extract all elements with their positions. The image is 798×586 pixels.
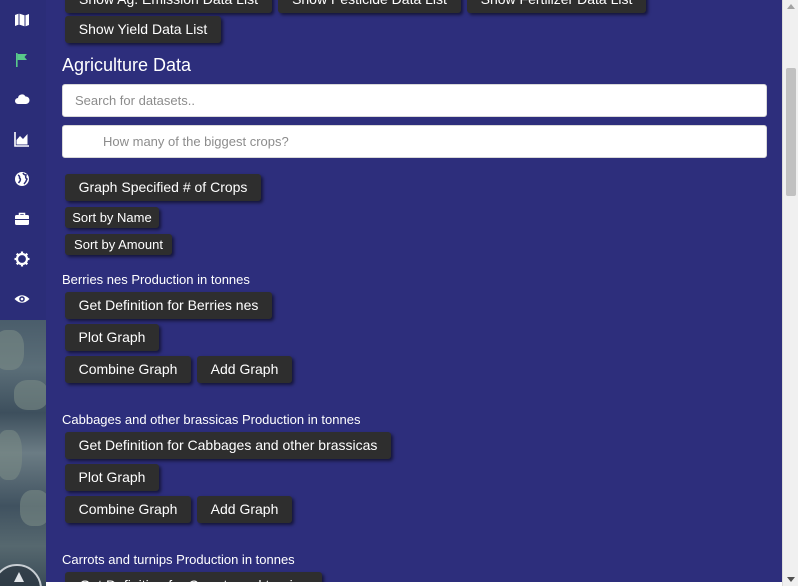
dataset-label: Cabbages and other brassicas Production … [62, 412, 361, 427]
cloud-icon[interactable] [12, 89, 32, 109]
compass-control[interactable] [0, 564, 42, 586]
get-definition-button[interactable]: Get Definition for Carrots and turnips [65, 572, 322, 582]
crop-count-input[interactable] [62, 125, 767, 158]
section-title: Agriculture Data [62, 55, 192, 75]
combine-graph-button[interactable]: Combine Graph [65, 496, 191, 523]
sort-by-name-button[interactable]: Sort by Name [65, 207, 159, 228]
dataset-search-input[interactable] [62, 84, 767, 117]
scroll-up-arrow-icon[interactable] [787, 4, 795, 9]
compass-needle-icon [14, 572, 24, 582]
add-graph-button[interactable]: Add Graph [197, 356, 292, 383]
combine-graph-button[interactable]: Combine Graph [65, 356, 191, 383]
gear-icon[interactable] [12, 249, 32, 269]
dataset-label: Carrots and turnips Production in tonnes [62, 552, 295, 567]
scroll-down-arrow-icon[interactable] [787, 577, 795, 582]
map-view[interactable] [0, 320, 46, 586]
show-fertilizer-list-button[interactable]: Show Fertilizer Data List [467, 0, 646, 13]
briefcase-icon[interactable] [12, 209, 32, 229]
globe-icon[interactable] [12, 169, 32, 189]
plot-graph-button[interactable]: Plot Graph [65, 464, 159, 491]
map-icon[interactable] [12, 10, 32, 30]
eye-icon[interactable] [12, 289, 32, 309]
panel-scrollbar[interactable] [782, 0, 798, 586]
show-pesticide-list-button[interactable]: Show Pesticide Data List [278, 0, 461, 13]
sort-by-amount-button[interactable]: Sort by Amount [65, 234, 172, 255]
scrollbar-thumb[interactable] [786, 68, 796, 196]
show-yield-list-button[interactable]: Show Yield Data List [65, 16, 221, 43]
flag-icon[interactable] [12, 50, 32, 70]
add-graph-button[interactable]: Add Graph [197, 496, 292, 523]
show-emission-list-button[interactable]: Show Ag. Emission Data List [65, 0, 272, 13]
graph-specified-crops-button[interactable]: Graph Specified # of Crops [65, 174, 261, 201]
icon-rail [0, 0, 46, 320]
agriculture-panel: Show Ag. Emission Data List Show Pestici… [46, 0, 782, 582]
get-definition-button[interactable]: Get Definition for Cabbages and other br… [65, 432, 391, 459]
dataset-label: Berries nes Production in tonnes [62, 272, 250, 287]
plot-graph-button[interactable]: Plot Graph [65, 324, 159, 351]
get-definition-button[interactable]: Get Definition for Berries nes [65, 292, 272, 319]
area-chart-icon[interactable] [12, 129, 32, 149]
